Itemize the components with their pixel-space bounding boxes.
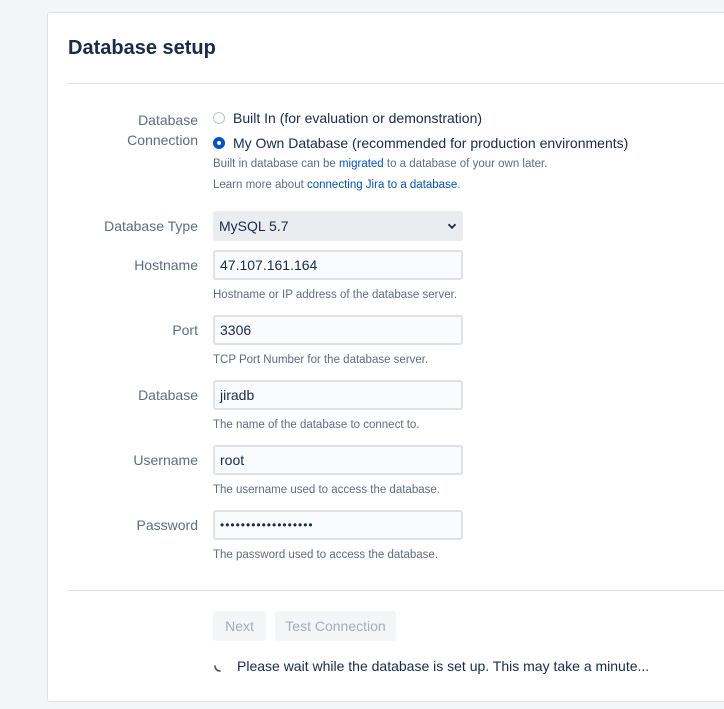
radio-built-in-label: Built In (for evaluation or demonstratio… <box>233 110 483 126</box>
username-label: Username <box>133 452 198 468</box>
divider-top <box>68 83 724 84</box>
loading-message: Please wait while the database is set up… <box>237 658 650 674</box>
chevron-down-icon <box>447 223 457 230</box>
connection-label-line2: Connection <box>127 132 198 148</box>
radio-built-in[interactable]: Built In (for evaluation or demonstratio… <box>213 110 482 126</box>
hint-migrate-prefix: Built in database can be <box>213 158 339 170</box>
username-input[interactable]: root <box>213 445 463 475</box>
spinner-icon <box>214 665 221 672</box>
hostname-input[interactable]: 47.107.161.164 <box>213 250 463 280</box>
port-label: Port <box>172 322 198 338</box>
database-type-select[interactable]: MySQL 5.7 <box>213 211 463 241</box>
next-button[interactable]: Next <box>213 611 266 641</box>
radio-built-in-control[interactable] <box>213 112 225 124</box>
hostname-label: Hostname <box>134 257 198 273</box>
username-hint: The username used to access the database… <box>213 484 440 496</box>
page-title: Database setup <box>68 37 216 59</box>
hint-learn-suffix: . <box>457 179 461 191</box>
hint-learn-prefix: Learn more about <box>213 179 307 191</box>
migrated-link[interactable]: migrated <box>339 158 384 170</box>
loading-status: Please wait while the database is set up… <box>213 658 649 674</box>
connection-label: Database Connection <box>127 110 198 150</box>
connection-label-line1: Database <box>138 112 198 128</box>
database-name-input[interactable]: jiradb <box>213 380 463 410</box>
database-type-value: MySQL 5.7 <box>219 218 289 234</box>
divider-bottom <box>68 590 724 591</box>
connection-hint-learn: Learn more about connecting Jira to a da… <box>213 179 460 191</box>
test-connection-button[interactable]: Test Connection <box>275 611 396 641</box>
hint-migrate-suffix: to a database of your own later. <box>383 158 548 170</box>
port-input[interactable]: 3306 <box>213 315 463 345</box>
database-name-hint: The name of the database to connect to. <box>213 419 420 431</box>
connecting-jira-link[interactable]: connecting Jira to a database <box>307 179 457 191</box>
radio-own-database[interactable]: My Own Database (recommended for product… <box>213 135 628 151</box>
port-hint: TCP Port Number for the database server. <box>213 354 429 366</box>
password-hint: The password used to access the database… <box>213 549 439 561</box>
radio-own-database-label: My Own Database (recommended for product… <box>233 135 629 151</box>
radio-own-database-control[interactable] <box>213 137 225 149</box>
password-input[interactable]: •••••••••••••••••• <box>213 510 463 540</box>
connection-hint-migrate: Built in database can be migrated to a d… <box>213 158 547 170</box>
password-label: Password <box>136 517 198 533</box>
database-name-label: Database <box>138 387 198 403</box>
hostname-hint: Hostname or IP address of the database s… <box>213 289 457 301</box>
setup-panel: Database setup Database Connection Built… <box>47 12 724 702</box>
database-type-label: Database Type <box>104 218 198 234</box>
